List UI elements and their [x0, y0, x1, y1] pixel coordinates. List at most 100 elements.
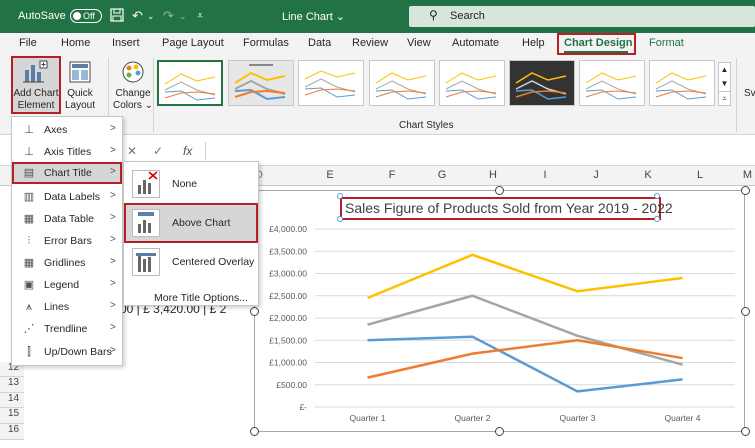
row-header-15[interactable]: 15: [0, 408, 24, 424]
column-header-k[interactable]: K: [636, 169, 660, 181]
chart-style-6[interactable]: [509, 60, 575, 106]
title-none-icon: [132, 170, 160, 198]
column-header-e[interactable]: E: [318, 169, 342, 181]
menu-item-lines[interactable]: ⩚ Lines >: [12, 296, 122, 318]
redo-icon[interactable]: ↷: [163, 8, 174, 24]
more-styles-icon[interactable]: ⩡: [719, 91, 730, 106]
menu-item-label: Data Table: [44, 213, 95, 225]
chevron-down-icon[interactable]: ▼: [719, 77, 730, 91]
resize-handle[interactable]: [250, 427, 259, 436]
chart-title[interactable]: Sales Figure of Products Sold from Year …: [345, 200, 673, 216]
undo-icon[interactable]: ↶: [132, 8, 143, 24]
chart-style-1[interactable]: [157, 60, 223, 106]
function-icon[interactable]: fx: [183, 144, 192, 158]
chart-style-8[interactable]: [649, 60, 715, 106]
menu-item-axes[interactable]: ⊥ Axes >: [12, 119, 122, 141]
data-table-icon: ▦: [23, 213, 35, 225]
document-title[interactable]: Line Chart ⌄: [282, 10, 345, 23]
more-title-options-link[interactable]: More Title Options...: [154, 292, 248, 304]
quick-layout-icon[interactable]: [68, 60, 92, 88]
series-line-2[interactable]: [367, 294, 683, 366]
menu-item-label: Legend: [44, 279, 80, 291]
menu-item-trendline[interactable]: ⋰ Trendline >: [12, 318, 122, 340]
lines-icon: ⩚: [25, 301, 33, 313]
resize-handle[interactable]: [741, 427, 750, 436]
resize-handle[interactable]: [741, 307, 750, 316]
title-handle[interactable]: [654, 216, 660, 222]
y-tick-label: £3,500.00: [269, 246, 307, 256]
chart-style-3[interactable]: [298, 60, 364, 106]
cancel-icon[interactable]: ✕: [127, 144, 137, 158]
menu-item-axis-titles[interactable]: ⊥ Axis Titles >: [12, 141, 122, 163]
autosave-toggle[interactable]: Off: [70, 9, 102, 23]
menu-item-data-table[interactable]: ▦ Data Table >: [12, 208, 122, 230]
tab-file[interactable]: File: [19, 37, 37, 49]
title-handle[interactable]: [337, 216, 343, 222]
tab-format[interactable]: Format: [649, 37, 684, 49]
tab-page-layout[interactable]: Page Layout: [162, 37, 224, 49]
column-header-h[interactable]: H: [481, 169, 505, 181]
row-header-16[interactable]: 16: [0, 424, 24, 440]
resize-handle[interactable]: [741, 186, 750, 195]
chart-style-7[interactable]: [579, 60, 645, 106]
enter-icon[interactable]: ✓: [153, 144, 163, 158]
line-chart[interactable]: £- £500.00 £1,000.00 £1,500.00 £2,000.00 £2,5…: [255, 191, 744, 431]
search-box[interactable]: ⚲ Search: [409, 6, 755, 27]
row-header-13[interactable]: 13: [0, 377, 24, 393]
tab-formulas[interactable]: Formulas: [243, 37, 289, 49]
column-header-g[interactable]: G: [430, 169, 454, 181]
tab-insert[interactable]: Insert: [112, 37, 140, 49]
column-header-l[interactable]: L: [688, 169, 712, 181]
gridlines-icon: ▦: [23, 257, 35, 269]
save-icon[interactable]: [110, 8, 124, 26]
customize-toolbar-icon[interactable]: ⩡: [197, 8, 203, 24]
series-line-3[interactable]: [367, 335, 683, 393]
submenu-item-above-chart[interactable]: Above Chart: [124, 203, 258, 243]
tab-view[interactable]: View: [407, 37, 431, 49]
submenu-item-centered-overlay[interactable]: Centered Overlay: [124, 242, 258, 282]
change-colors-icon[interactable]: [121, 60, 145, 88]
series-line-1[interactable]: [367, 253, 683, 300]
chart-style-5[interactable]: [439, 60, 505, 106]
change-colors-button[interactable]: Change Colors ⌄: [112, 88, 154, 112]
column-header-f[interactable]: F: [380, 169, 404, 181]
menu-item-updown-bars[interactable]: ⫿ Up/Down Bars >: [12, 341, 122, 363]
menu-item-error-bars[interactable]: ⫶ Error Bars >: [12, 230, 122, 252]
switch-row-column-button[interactable]: Sv: [744, 88, 755, 100]
tab-help[interactable]: Help: [522, 37, 545, 49]
y-tick-label: £1,000.00: [269, 358, 307, 368]
menu-item-chart-title[interactable]: ▤ Chart Title >: [12, 162, 122, 184]
submenu-item-none[interactable]: None: [124, 164, 258, 204]
tab-data[interactable]: Data: [308, 37, 331, 49]
menu-item-label: Gridlines: [44, 257, 86, 269]
menu-item-legend[interactable]: ▣ Legend >: [12, 274, 122, 296]
resize-handle[interactable]: [495, 186, 504, 195]
resize-handle[interactable]: [495, 427, 504, 436]
resize-handle[interactable]: [250, 307, 259, 316]
chart-style-4[interactable]: [369, 60, 435, 106]
chart-style-2[interactable]: [228, 60, 294, 106]
tab-automate[interactable]: Automate: [452, 37, 499, 49]
formula-input[interactable]: [205, 142, 755, 160]
redo-dropdown-icon[interactable]: ⌄: [179, 8, 187, 24]
tab-review[interactable]: Review: [352, 37, 388, 49]
y-tick-label: £2,500.00: [269, 291, 307, 301]
menu-item-gridlines[interactable]: ▦ Gridlines >: [12, 252, 122, 274]
chart-area[interactable]: £- £500.00 £1,000.00 £1,500.00 £2,000.00 £2,5…: [254, 190, 745, 432]
undo-dropdown-icon[interactable]: ⌄: [147, 8, 155, 24]
column-header-j[interactable]: J: [584, 169, 608, 181]
search-input[interactable]: Search: [450, 10, 485, 22]
column-header-i[interactable]: I: [533, 169, 557, 181]
row-header-14[interactable]: 14: [0, 393, 24, 408]
series-line-4[interactable]: [367, 339, 683, 379]
title-bar: AutoSave Off ↶ ⌄ ↷ ⌄ ⩡ Line Chart ⌄ ⚲ Se…: [0, 0, 755, 33]
chevron-right-icon: >: [110, 278, 116, 289]
menu-item-data-labels[interactable]: ▥ Data Labels >: [12, 186, 122, 208]
gallery-scroll[interactable]: ▲ ▼ ⩡: [718, 62, 731, 106]
column-header-m[interactable]: M: [740, 169, 755, 181]
title-handle[interactable]: [654, 193, 660, 199]
title-handle[interactable]: [337, 193, 343, 199]
tab-home[interactable]: Home: [61, 37, 90, 49]
x-tick-label: Quarter 4: [665, 413, 701, 423]
chevron-up-icon[interactable]: ▲: [719, 63, 730, 77]
